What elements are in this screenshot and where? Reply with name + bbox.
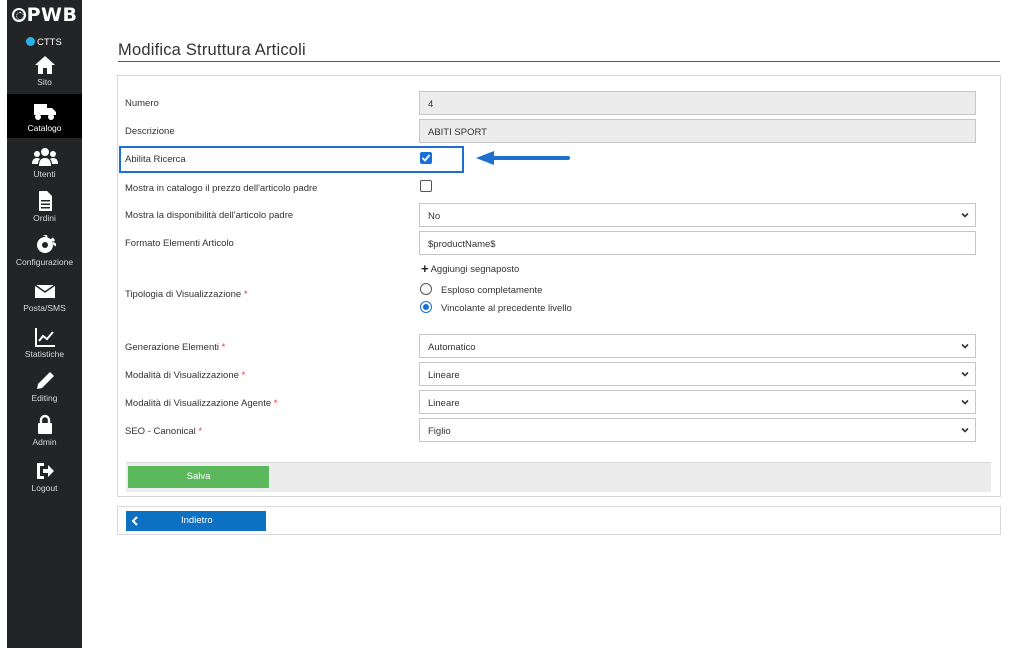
users-icon	[7, 146, 82, 168]
generazione-select[interactable]: Automatico	[419, 334, 976, 358]
sidebar-item-admin[interactable]: Admin	[7, 414, 82, 452]
radio-esploso-label: Esploso completamente	[441, 285, 543, 296]
status-dot-icon	[26, 37, 35, 46]
site-indicator: CTTS	[26, 37, 62, 48]
radio-vincolante[interactable]	[420, 301, 432, 313]
sidebar-item-utenti[interactable]: Utenti	[7, 146, 82, 184]
mostra-disponibilita-label: Mostra la disponibilità dell'articolo pa…	[125, 210, 294, 221]
page-title: Modifica Struttura Articoli	[118, 41, 306, 59]
sidebar-item-catalogo[interactable]: Catalogo	[7, 94, 82, 138]
truck-icon	[7, 100, 82, 122]
aggiungi-segnaposto-link[interactable]: + Aggiungi segnaposto	[421, 261, 519, 276]
abilita-ricerca-checkbox[interactable]	[420, 152, 432, 164]
chevron-down-icon	[961, 399, 969, 405]
formato-elementi-input[interactable]: $productName$	[419, 231, 976, 255]
sidebar-item-posta-sms[interactable]: Posta/SMS	[7, 280, 82, 318]
modalita-agente-select[interactable]: Lineare	[419, 390, 976, 414]
lock-icon	[7, 414, 82, 436]
sidebar-item-statistiche[interactable]: Statistiche	[7, 326, 82, 364]
pencil-icon	[7, 370, 82, 392]
back-button[interactable]: Indietro	[126, 511, 266, 531]
descrizione-label: Descrizione	[125, 126, 175, 137]
seo-canonical-select[interactable]: Figlio	[419, 418, 976, 442]
chart-icon	[7, 326, 82, 348]
radio-esploso[interactable]	[420, 283, 432, 295]
chevron-down-icon	[961, 343, 969, 349]
pointer-arrow-icon	[476, 151, 570, 165]
sidebar-item-logout[interactable]: Logout	[7, 460, 82, 498]
sidebar-item-editing[interactable]: Editing	[7, 370, 82, 408]
modalita-label: Modalità di Visualizzazione *	[125, 370, 246, 381]
formato-elementi-label: Formato Elementi Articolo	[125, 238, 234, 249]
gear-icon	[7, 234, 82, 256]
generazione-label: Generazione Elementi *	[125, 342, 226, 353]
save-button[interactable]: Salva	[128, 466, 269, 488]
modalita-agente-label: Modalità di Visualizzazione Agente *	[125, 398, 278, 409]
logout-icon	[7, 460, 82, 482]
mostra-disponibilita-select[interactable]: No	[419, 203, 976, 227]
seo-canonical-label: SEO - Canonical *	[125, 426, 203, 437]
abilita-ricerca-label: Abilita Ricerca	[125, 154, 186, 165]
checkmark-icon	[421, 154, 431, 162]
chevron-down-icon	[961, 371, 969, 377]
chevron-down-icon	[961, 427, 969, 433]
descrizione-field: ABITI SPORT	[419, 119, 976, 143]
home-icon	[7, 54, 82, 76]
numero-label: Numero	[125, 98, 159, 109]
numero-field: 4	[419, 91, 976, 115]
mostra-prezzo-label: Mostra in catalogo il prezzo dell'artico…	[125, 183, 318, 194]
modalita-select[interactable]: Lineare	[419, 362, 976, 386]
logo-seal-icon	[11, 8, 26, 22]
sidebar-item-configurazione[interactable]: Configurazione	[7, 234, 82, 272]
sidebar: PWB CTTS Sito Catalogo Utenti Ordini Con…	[7, 0, 82, 648]
sidebar-item-ordini[interactable]: Ordini	[7, 190, 82, 228]
title-divider	[118, 61, 1000, 62]
plus-icon: +	[421, 261, 429, 276]
envelope-icon	[7, 280, 82, 302]
tipologia-label: Tipologia di Visualizzazione *	[125, 289, 248, 300]
radio-vincolante-label: Vincolante al precedente livello	[441, 303, 572, 314]
chevron-left-icon	[131, 516, 138, 526]
document-icon	[7, 190, 82, 212]
pwb-logo[interactable]: PWB	[7, 4, 82, 26]
sidebar-item-sito[interactable]: Sito	[7, 54, 82, 92]
mostra-prezzo-checkbox[interactable]	[420, 180, 432, 192]
chevron-down-icon	[961, 212, 969, 218]
app-window: PWB CTTS Sito Catalogo Utenti Ordini Con…	[0, 0, 1024, 648]
